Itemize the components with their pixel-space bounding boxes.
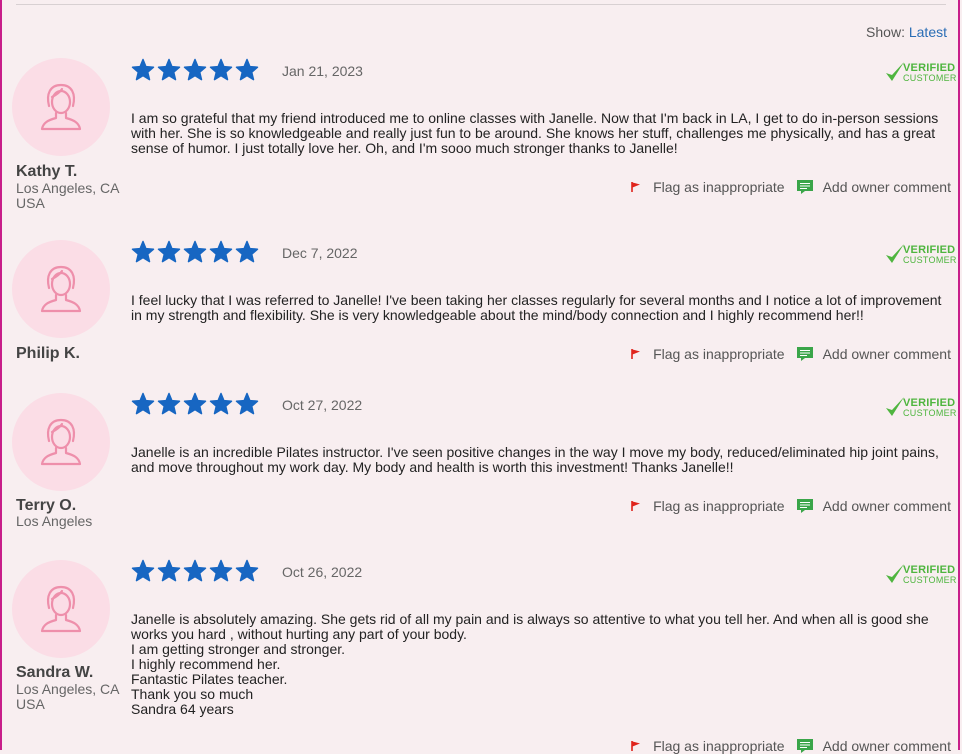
avatar [12, 58, 110, 156]
user-silhouette-icon [40, 265, 82, 313]
reviewer-location: Los Angeles [16, 513, 93, 529]
review-date: Dec 7, 2022 [282, 245, 358, 261]
customer-label: CUSTOMER [903, 255, 957, 265]
sort-label: Show: [866, 24, 905, 40]
reviewer-location: Los Angeles, CA [16, 180, 120, 196]
review-text-line: Janelle is absolutely amazing. She gets … [131, 611, 929, 642]
sort-latest-link[interactable]: Latest [909, 24, 947, 40]
star-icon [131, 240, 155, 263]
star-icon [157, 559, 181, 582]
review-text: I am so grateful that my friend introduc… [131, 111, 946, 156]
reviewer-location: Los Angeles, CA [16, 681, 120, 697]
user-silhouette-icon [40, 585, 82, 633]
verified-customer-badge: VERIFIED CUSTOMER [885, 242, 956, 268]
review-actions: Flag as inappropriate Add owner comment [631, 498, 951, 514]
star-icon [183, 392, 207, 415]
customer-label: CUSTOMER [903, 575, 957, 585]
customer-label: CUSTOMER [903, 408, 957, 418]
star-icon [209, 240, 233, 263]
add-owner-comment-link[interactable]: Add owner comment [823, 346, 951, 362]
star-rating [131, 240, 259, 264]
star-rating [131, 392, 259, 416]
star-icon [157, 392, 181, 415]
add-owner-comment-link[interactable]: Add owner comment [823, 179, 951, 195]
reviewer-name: Sandra W. [16, 664, 94, 681]
star-icon [235, 58, 259, 81]
reviewer-name: Philip K. [16, 345, 80, 362]
review-text-line: I am getting stronger and stronger. [131, 641, 346, 657]
star-icon [131, 58, 155, 81]
star-icon [235, 559, 259, 582]
sort-control: Show: Latest [866, 24, 947, 40]
add-owner-comment-link[interactable]: Add owner comment [823, 738, 951, 754]
review-actions: Flag as inappropriate Add owner comment [631, 738, 951, 754]
checkmark-icon [886, 62, 904, 81]
avatar [12, 240, 110, 338]
flag-inappropriate-link[interactable]: Flag as inappropriate [653, 498, 785, 514]
reviewer-name: Kathy T. [16, 163, 78, 180]
review-text-line: Janelle is an incredible Pilates instruc… [131, 444, 939, 475]
comment-icon[interactable] [796, 498, 814, 514]
flag-inappropriate-link[interactable]: Flag as inappropriate [653, 738, 785, 754]
reviewer-location: USA [16, 195, 45, 211]
star-icon [183, 559, 207, 582]
star-icon [183, 58, 207, 81]
review-actions: Flag as inappropriate Add owner comment [631, 346, 951, 362]
review-text-line: Sandra 64 years [131, 701, 234, 717]
review-text-line: Fantastic Pilates teacher. [131, 671, 288, 687]
avatar [12, 393, 110, 491]
star-icon [235, 240, 259, 263]
reviewer-location: USA [16, 696, 45, 712]
flag-icon[interactable] [631, 500, 641, 512]
star-icon [209, 559, 233, 582]
flag-inappropriate-link[interactable]: Flag as inappropriate [653, 179, 785, 195]
star-icon [157, 240, 181, 263]
checkmark-icon [886, 244, 904, 263]
star-rating [131, 58, 259, 82]
star-icon [157, 58, 181, 81]
review-date: Oct 26, 2022 [282, 564, 363, 580]
review-date: Oct 27, 2022 [282, 397, 363, 413]
star-rating [131, 559, 259, 583]
star-icon [131, 392, 155, 415]
star-icon [209, 58, 233, 81]
flag-inappropriate-link[interactable]: Flag as inappropriate [653, 346, 785, 362]
review-date: Jan 21, 2023 [282, 63, 363, 79]
review-text: I feel lucky that I was referred to Jane… [131, 293, 946, 323]
comment-icon[interactable] [796, 738, 814, 754]
review-text-line: I feel lucky that I was referred to Jane… [131, 292, 942, 323]
flag-icon[interactable] [631, 181, 641, 193]
customer-label: CUSTOMER [903, 73, 957, 83]
avatar [12, 560, 110, 658]
checkmark-icon [886, 397, 904, 416]
user-silhouette-icon [40, 418, 82, 466]
star-icon [131, 559, 155, 582]
checkmark-icon [886, 564, 904, 583]
review-text: Janelle is an incredible Pilates instruc… [131, 445, 946, 475]
star-icon [183, 240, 207, 263]
comment-icon[interactable] [796, 179, 814, 195]
review-text: Janelle is absolutely amazing. She gets … [131, 612, 946, 717]
top-divider [16, 4, 946, 5]
review-text-line: I highly recommend her. [131, 656, 281, 672]
star-icon [209, 392, 233, 415]
add-owner-comment-link[interactable]: Add owner comment [823, 498, 951, 514]
verified-customer-badge: VERIFIED CUSTOMER [885, 395, 956, 421]
review-actions: Flag as inappropriate Add owner comment [631, 179, 951, 195]
star-icon [235, 392, 259, 415]
flag-icon[interactable] [631, 348, 641, 360]
verified-customer-badge: VERIFIED CUSTOMER [885, 562, 956, 588]
flag-icon[interactable] [631, 740, 641, 752]
user-silhouette-icon [40, 83, 82, 131]
review-text-line: Thank you so much [131, 686, 254, 702]
review-text-line: I am so grateful that my friend introduc… [131, 110, 939, 156]
verified-customer-badge: VERIFIED CUSTOMER [885, 60, 956, 86]
comment-icon[interactable] [796, 346, 814, 362]
